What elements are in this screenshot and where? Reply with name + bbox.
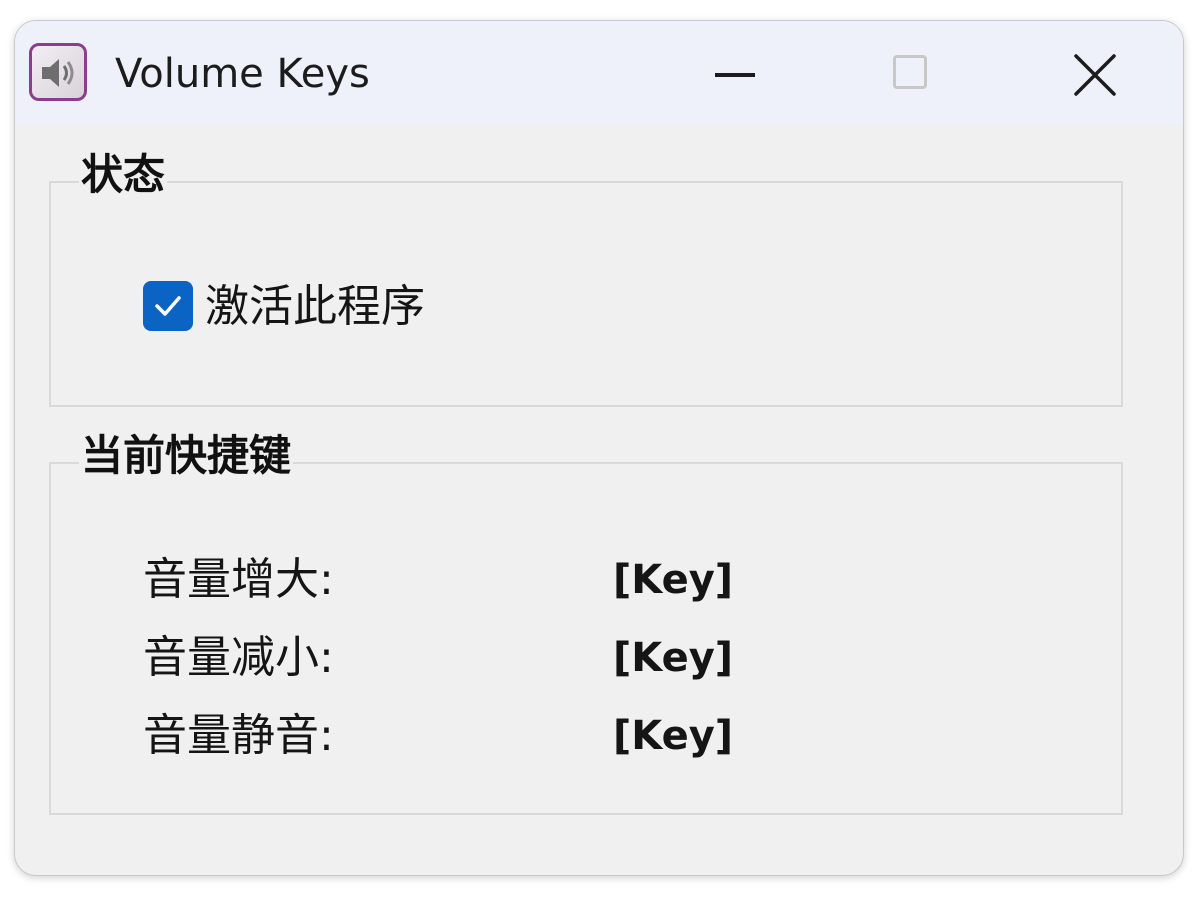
maximize-button xyxy=(851,21,971,125)
maximize-icon xyxy=(893,55,927,89)
title-bar[interactable]: Volume Keys xyxy=(15,21,1183,125)
window-title: Volume Keys xyxy=(115,51,370,97)
hotkey-value-volume-mute: [Key] xyxy=(613,713,734,759)
hotkey-value-volume-down: [Key] xyxy=(613,635,734,681)
status-group-title: 状态 xyxy=(79,147,168,203)
activate-checkbox-label[interactable]: 激活此程序 xyxy=(205,279,425,335)
hotkey-label-volume-down: 音量减小: xyxy=(143,632,334,683)
minimize-button[interactable] xyxy=(675,21,795,125)
hotkey-value-volume-up: [Key] xyxy=(613,557,734,603)
hotkey-row-volume-down: 音量减小: [Key] xyxy=(143,630,1043,686)
close-button[interactable] xyxy=(1035,21,1155,125)
status-group: 状态 激活此程序 xyxy=(49,147,1123,407)
hotkey-label-volume-mute: 音量静音: xyxy=(143,710,334,761)
hotkey-row-volume-mute: 音量静音: [Key] xyxy=(143,708,1043,764)
hotkey-row-volume-up: 音量增大: [Key] xyxy=(143,552,1043,608)
app-window: Volume Keys 状态 激活此程序 当前快捷键 音量增大: [Key] 音… xyxy=(14,20,1184,876)
checkmark-icon xyxy=(155,296,181,316)
close-icon xyxy=(1074,54,1116,96)
minimize-icon xyxy=(715,73,755,77)
hotkeys-group-title: 当前快捷键 xyxy=(79,428,294,484)
activate-checkbox[interactable] xyxy=(143,281,193,331)
speaker-icon[interactable] xyxy=(29,43,87,101)
hotkeys-group: 当前快捷键 音量增大: [Key] 音量减小: [Key] 音量静音: [Key… xyxy=(49,428,1123,815)
hotkey-label-volume-up: 音量增大: xyxy=(143,554,334,605)
